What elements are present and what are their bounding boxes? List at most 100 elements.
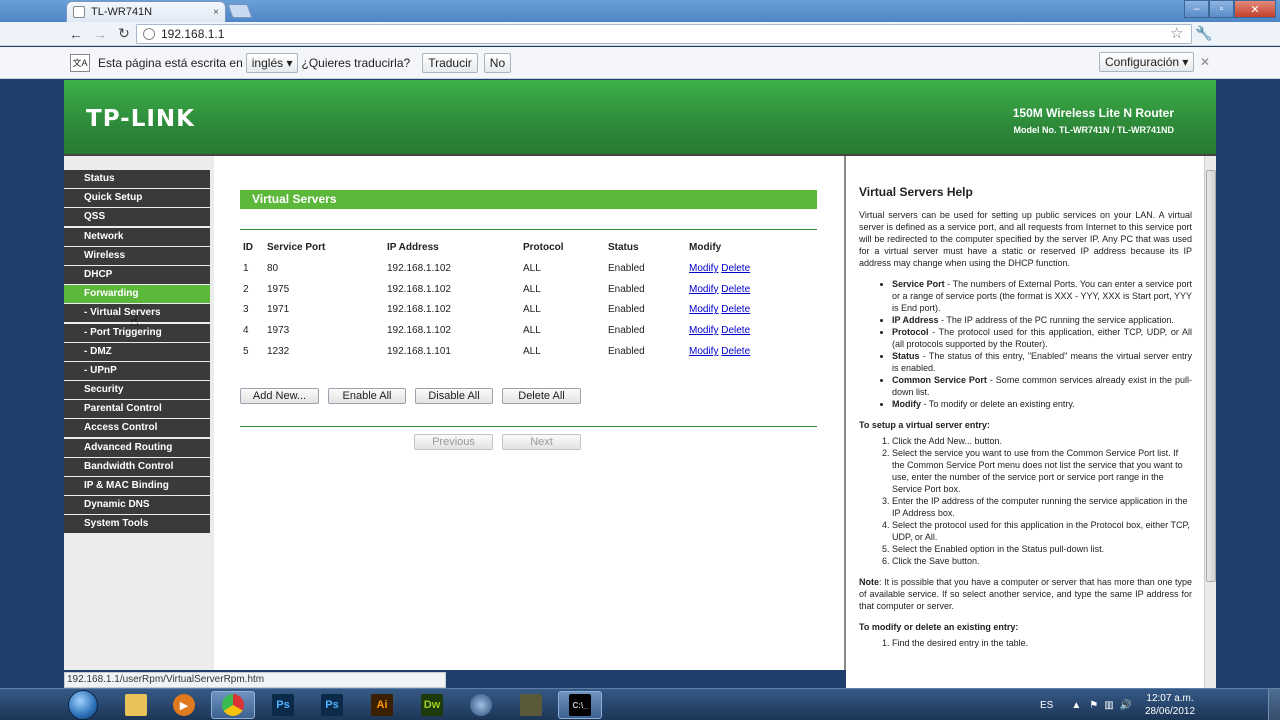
sidebar-item-advanced-routing[interactable]: Advanced Routing bbox=[64, 438, 210, 457]
bookmark-star-icon[interactable]: ☆ bbox=[1170, 24, 1183, 42]
new-tab-button[interactable] bbox=[227, 4, 253, 18]
modify-link[interactable]: Modify bbox=[689, 325, 718, 336]
media-player-icon: ▶ bbox=[173, 694, 195, 716]
sidebar-item-bandwidth-control[interactable]: Bandwidth Control bbox=[64, 457, 210, 476]
sidebar-item-forwarding[interactable]: Forwarding bbox=[64, 285, 210, 304]
window-controls: – ▫ ✕ bbox=[1184, 0, 1276, 18]
clock-time: 12:07 a.m. bbox=[1146, 693, 1194, 704]
action-center-icon[interactable]: ⚑ bbox=[1089, 700, 1098, 711]
modify-link[interactable]: Modify bbox=[689, 346, 718, 357]
close-window-button[interactable]: ✕ bbox=[1234, 0, 1276, 18]
taskbar-app-camera[interactable] bbox=[509, 691, 553, 719]
illustrator-icon: Ai bbox=[371, 694, 393, 716]
taskbar-cmd[interactable]: C:\_ bbox=[558, 691, 602, 719]
modify-link[interactable]: Modify bbox=[689, 304, 718, 315]
taskbar-cinema4d[interactable] bbox=[459, 691, 503, 719]
cell-status: Enabled bbox=[608, 325, 645, 337]
wrench-menu-icon[interactable]: 🔧 bbox=[1195, 25, 1212, 42]
windows-orb-icon bbox=[68, 690, 98, 720]
mouse-cursor-icon: ☝ bbox=[130, 313, 139, 329]
delete-link[interactable]: Delete bbox=[721, 284, 750, 295]
help-setup-steps: Click the Add New... button. Select the … bbox=[892, 435, 1192, 567]
add-new-button[interactable]: Add New... bbox=[240, 388, 319, 404]
cell-status: Enabled bbox=[608, 346, 645, 358]
minimize-button[interactable]: – bbox=[1184, 0, 1209, 18]
previous-button[interactable]: Previous bbox=[414, 434, 493, 450]
delete-all-button[interactable]: Delete All bbox=[502, 388, 581, 404]
sidebar-item-dmz[interactable]: - DMZ bbox=[64, 342, 210, 361]
sidebar-item-dynamic-dns[interactable]: Dynamic DNS bbox=[64, 496, 210, 515]
sidebar-item-dhcp[interactable]: DHCP bbox=[64, 265, 210, 284]
forward-button[interactable]: → bbox=[88, 26, 112, 42]
sidebar-item-security[interactable]: Security bbox=[64, 381, 210, 400]
sidebar-item-qss[interactable]: QSS bbox=[64, 208, 210, 227]
cell-protocol: ALL bbox=[523, 304, 541, 316]
address-bar[interactable]: 192.168.1.1 bbox=[136, 24, 1192, 44]
cell-status: Enabled bbox=[608, 283, 645, 295]
show-desktop-button[interactable] bbox=[1268, 689, 1280, 720]
column-header: Service Port bbox=[267, 241, 326, 253]
sidebar-item-status[interactable]: Status bbox=[64, 170, 210, 188]
network-icon[interactable]: ▥ bbox=[1104, 700, 1113, 711]
windows-taskbar: ▶ Ps Ps Ai Dw C:\_ ES ▲ ⚑ ▥ 🔊 12:07 a.m.… bbox=[0, 688, 1280, 720]
taskbar-dreamweaver[interactable]: Dw bbox=[410, 691, 454, 719]
table-header-row: ID Service Port IP Address Protocol Stat… bbox=[240, 236, 786, 258]
sidebar-item-network[interactable]: Network bbox=[64, 227, 210, 246]
delete-link[interactable]: Delete bbox=[721, 263, 750, 274]
tab-close-icon[interactable]: × bbox=[213, 7, 219, 18]
cell-ip: 192.168.1.102 bbox=[387, 283, 451, 295]
sidebar-item-wireless[interactable]: Wireless bbox=[64, 246, 210, 265]
tplink-logo: TP-LINK bbox=[86, 106, 195, 132]
reload-button[interactable]: ↻ bbox=[112, 25, 136, 42]
translate-button[interactable]: Traducir bbox=[422, 52, 478, 73]
cell-port: 1971 bbox=[267, 304, 290, 316]
divider bbox=[240, 426, 817, 427]
start-button[interactable] bbox=[64, 689, 102, 720]
router-header: TP-LINK 150M Wireless Lite N Router Mode… bbox=[64, 80, 1216, 154]
scrollbar-thumb[interactable] bbox=[1206, 170, 1216, 582]
table-row: 5 1232 192.168.1.101 ALL Enabled Modify … bbox=[240, 341, 786, 362]
modify-link[interactable]: Modify bbox=[689, 263, 718, 274]
maximize-button[interactable]: ▫ bbox=[1209, 0, 1234, 18]
help-title: Virtual Servers Help bbox=[859, 185, 973, 199]
browser-tab[interactable]: TL-WR741N × bbox=[66, 1, 226, 22]
volume-icon[interactable]: 🔊 bbox=[1120, 700, 1132, 711]
modify-link[interactable]: Modify bbox=[689, 284, 718, 295]
tray-arrow-icon[interactable]: ▲ bbox=[1071, 700, 1081, 711]
sidebar-item-quick-setup[interactable]: Quick Setup bbox=[64, 189, 210, 208]
delete-link[interactable]: Delete bbox=[721, 304, 750, 315]
sidebar-item-system-tools[interactable]: System Tools bbox=[64, 515, 210, 534]
taskbar-clock[interactable]: 12:07 a.m. 28/06/2012 bbox=[1145, 692, 1195, 718]
browser-tabstrip: TL-WR741N × – ▫ ✕ bbox=[0, 0, 1280, 22]
translate-config-button[interactable]: Configuración ▾ bbox=[1099, 52, 1195, 72]
next-button[interactable]: Next bbox=[502, 434, 581, 450]
translate-question: ¿Quieres traducirla? bbox=[301, 55, 411, 70]
language-select[interactable]: inglés ▾ bbox=[245, 52, 299, 73]
help-scrollbar[interactable] bbox=[1204, 156, 1216, 688]
taskbar-photoshop-1[interactable]: Ps bbox=[261, 691, 305, 719]
taskbar-media-player[interactable]: ▶ bbox=[162, 691, 206, 719]
sidebar-item-upnp[interactable]: - UPnP bbox=[64, 361, 210, 380]
taskbar-explorer[interactable] bbox=[114, 691, 158, 719]
translate-close-icon[interactable]: ✕ bbox=[1200, 55, 1210, 69]
sidebar-item-access-control[interactable]: Access Control bbox=[64, 419, 210, 438]
no-translate-button[interactable]: No bbox=[483, 52, 512, 73]
help-modify-steps: Find the desired entry in the table. bbox=[892, 637, 1192, 649]
disable-all-button[interactable]: Disable All bbox=[415, 388, 493, 404]
delete-link[interactable]: Delete bbox=[721, 325, 750, 336]
page-favicon-icon bbox=[73, 6, 85, 18]
back-button[interactable]: ← bbox=[64, 26, 88, 42]
chrome-icon bbox=[222, 694, 244, 716]
sidebar-item-ip-mac-binding[interactable]: IP & MAC Binding bbox=[64, 477, 210, 495]
enable-all-button[interactable]: Enable All bbox=[328, 388, 406, 404]
taskbar-chrome[interactable] bbox=[211, 691, 255, 719]
photoshop-icon: Ps bbox=[321, 694, 343, 716]
cell-port: 1973 bbox=[267, 325, 290, 337]
delete-link[interactable]: Delete bbox=[721, 346, 750, 357]
taskbar-photoshop-2[interactable]: Ps bbox=[310, 691, 354, 719]
language-indicator[interactable]: ES bbox=[1040, 700, 1053, 711]
cell-status: Enabled bbox=[608, 262, 645, 274]
taskbar-illustrator[interactable]: Ai bbox=[360, 691, 404, 719]
sidebar-item-parental-control[interactable]: Parental Control bbox=[64, 400, 210, 419]
translate-message: Esta página está escrita en bbox=[98, 55, 243, 70]
